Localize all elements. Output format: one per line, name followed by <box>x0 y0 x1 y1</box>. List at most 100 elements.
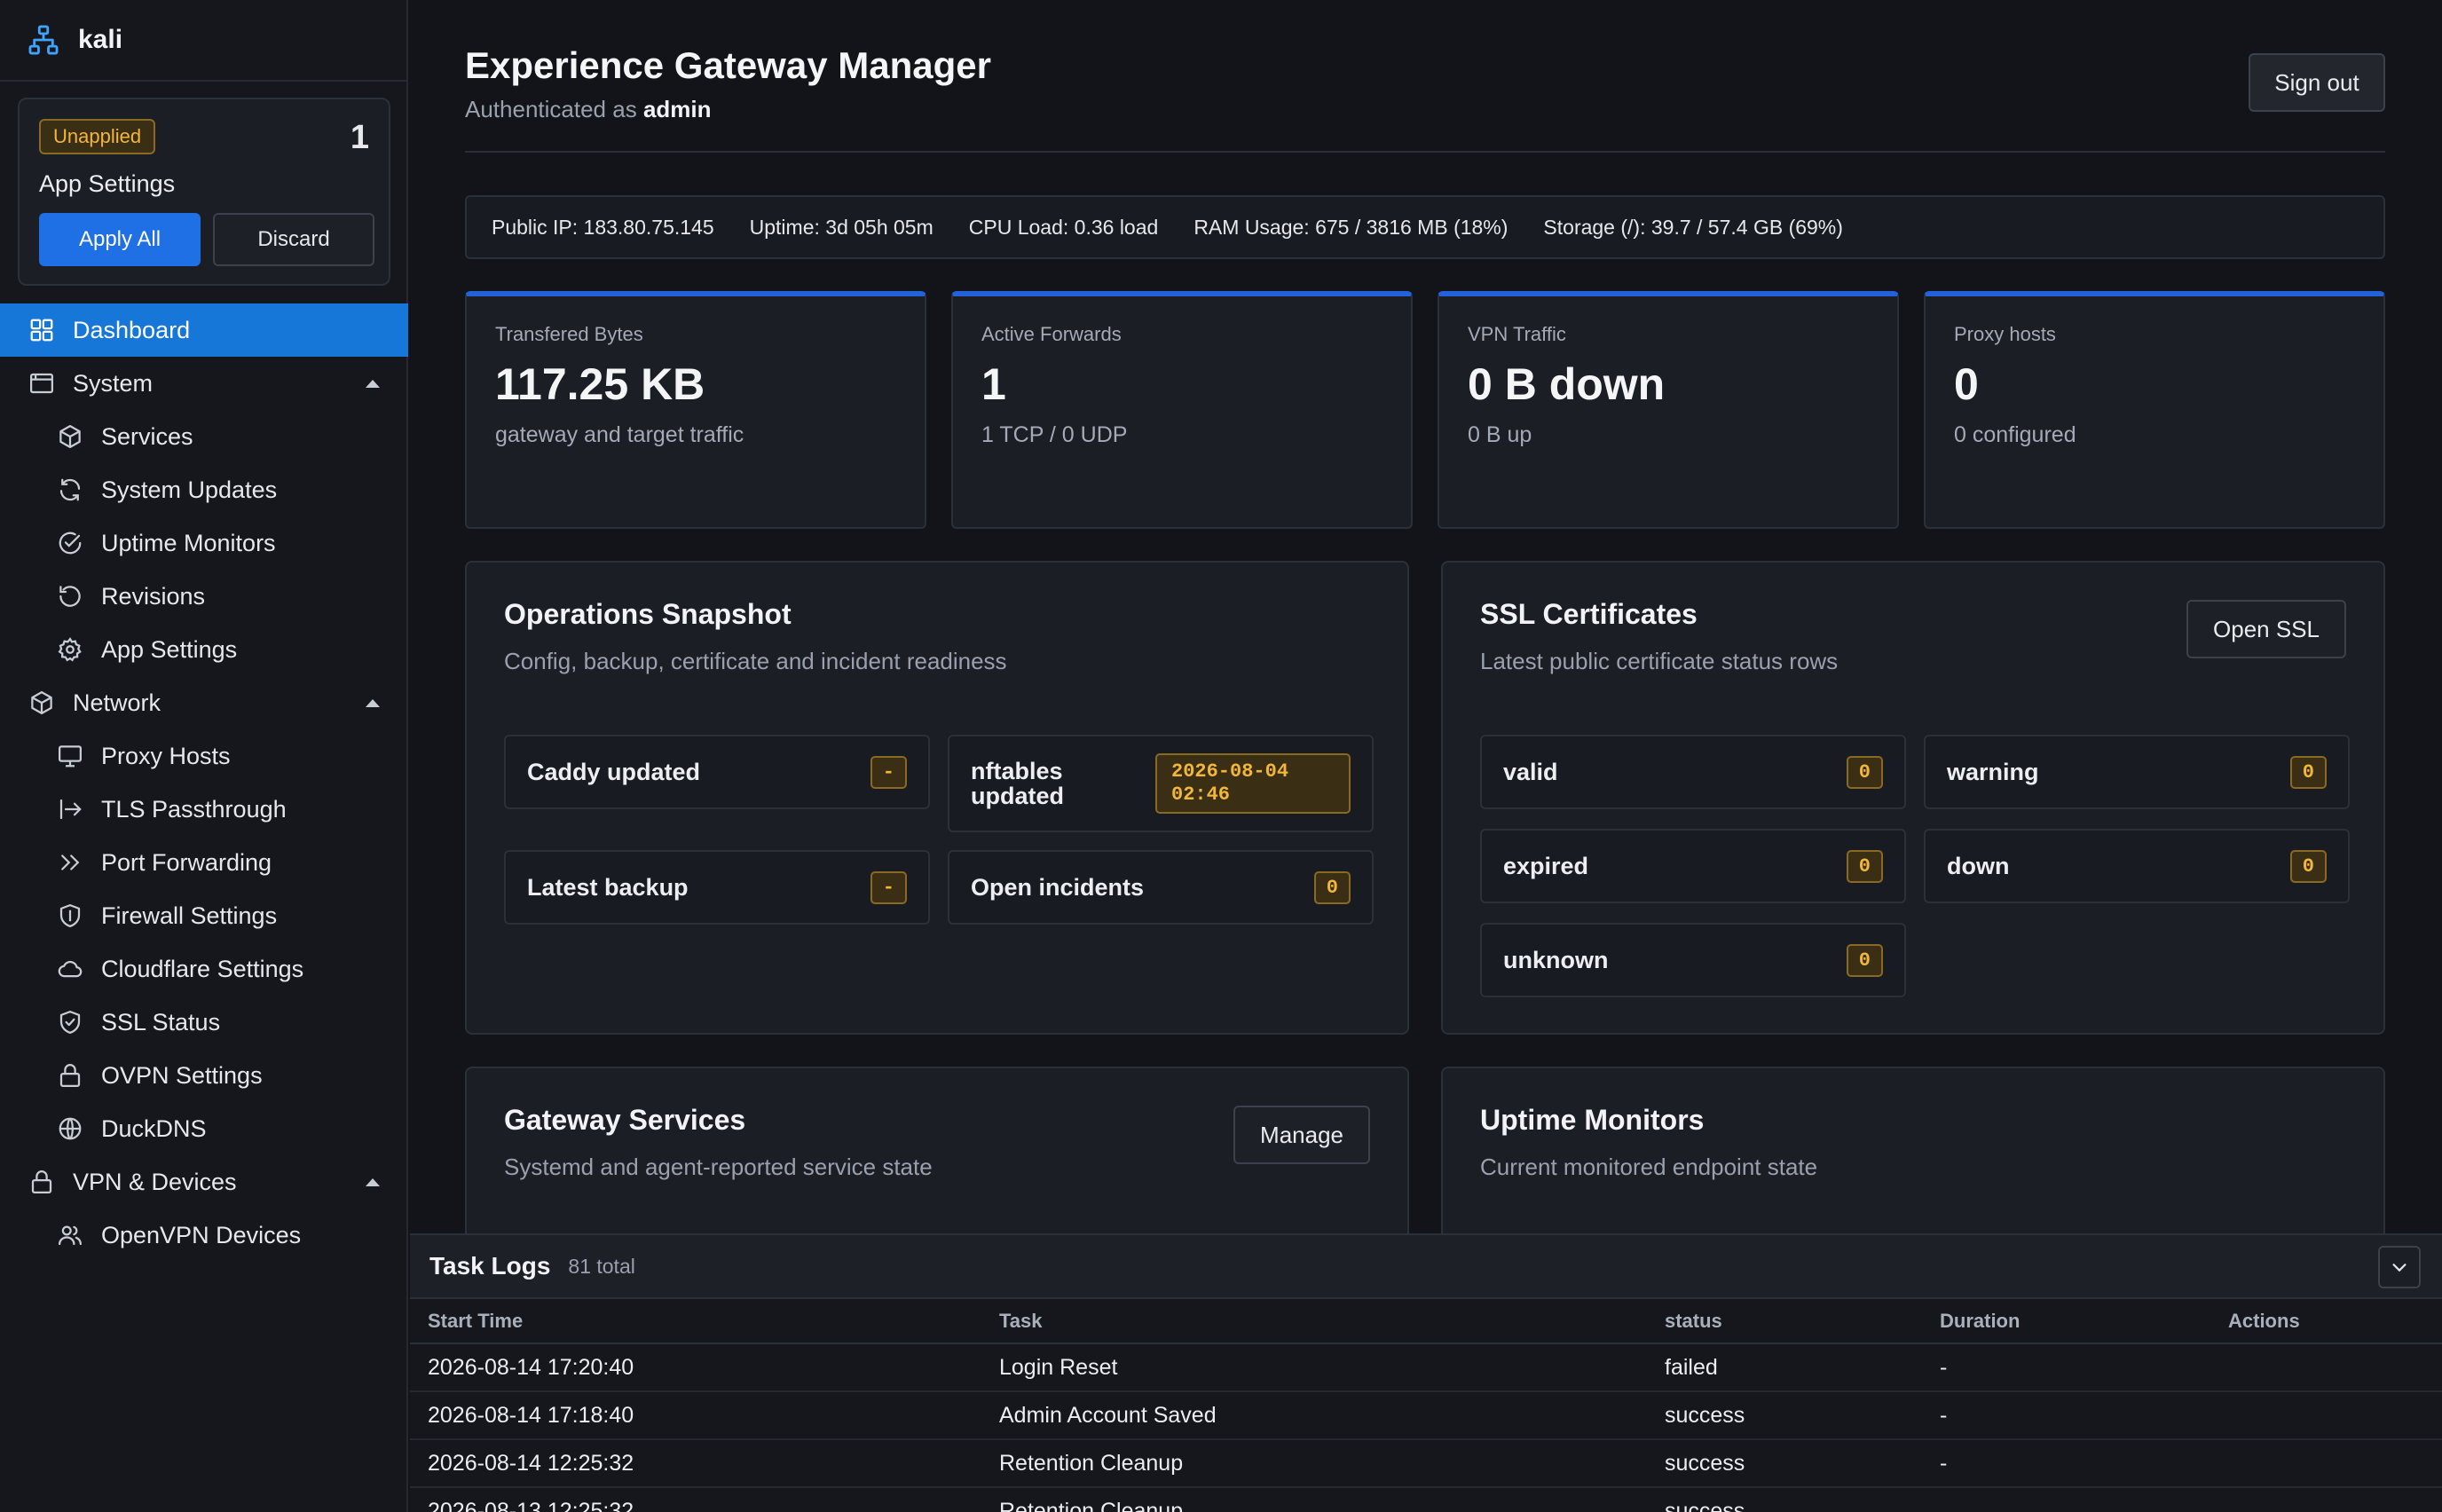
ssl-certificates-panel: SSL Certificates Latest public certifica… <box>1441 561 2385 1035</box>
tile-value: 2026-08-04 02:46 <box>1155 753 1351 814</box>
column-header[interactable]: Duration <box>1922 1299 2210 1344</box>
sidebar-item-firewall-settings[interactable]: Firewall Settings <box>0 889 408 942</box>
globe-icon <box>59 1117 82 1140</box>
caddy-updated-tile: Caddy updated - <box>504 735 930 809</box>
sign-out-button[interactable]: Sign out <box>2249 53 2385 112</box>
tile-value: 0 <box>1313 870 1351 904</box>
gear-icon <box>58 637 82 662</box>
kpi-row: Transfered Bytes 117.25 KB gateway and t… <box>465 291 2385 529</box>
table-row[interactable]: 2026-08-14 17:20:40 Login Reset failed - <box>410 1343 2442 1392</box>
tile-label-line: updated <box>971 783 1064 809</box>
sidebar-item-label: Cloudflare Settings <box>101 955 304 982</box>
ssl-down-tile[interactable]: down 0 <box>1924 829 2350 903</box>
sidebar-item-revisions[interactable]: Revisions <box>0 570 408 623</box>
table-row[interactable]: 2026-08-13 12:25:32 Retention Cleanup su… <box>410 1487 2442 1512</box>
sidebar-item-uptime-monitors[interactable]: Uptime Monitors <box>0 516 408 570</box>
sidebar-item-dashboard[interactable]: Dashboard <box>0 303 408 357</box>
sidebar-item-label: Proxy Hosts <box>101 742 231 769</box>
cell-status: success <box>1647 1391 1922 1440</box>
collapse-task-logs-button[interactable] <box>2378 1246 2421 1288</box>
chevron-down-icon <box>2392 1264 2407 1272</box>
monitor-icon <box>59 745 82 768</box>
panel-subtitle: Systemd and agent-reported service state <box>504 1154 933 1180</box>
cell-duration: - <box>1922 1439 2210 1488</box>
cell-actions <box>2210 1439 2442 1488</box>
kpi-sub: 0 B up <box>1468 422 1532 447</box>
ssl-expired-tile[interactable]: expired 0 <box>1480 829 1906 903</box>
double-chevron-right-icon <box>61 854 80 870</box>
sidebar-group-label: Network <box>73 689 161 716</box>
task-logs-title: Task Logs <box>429 1252 551 1280</box>
sidebar-item-services[interactable]: Services <box>0 410 408 463</box>
cell-duration <box>1922 1487 2210 1512</box>
kpi-value: 0 <box>1954 359 1979 409</box>
tile-value: - <box>870 870 907 904</box>
column-header[interactable]: Task <box>981 1299 1647 1344</box>
sidebar-nav: Dashboard System Services System Updates… <box>0 303 408 1262</box>
tile-label: Open incidents <box>971 873 1145 901</box>
tile-value: 0 <box>2289 849 2327 883</box>
sidebar-item-system-updates[interactable]: System Updates <box>0 463 408 516</box>
panel-title: Uptime Monitors <box>1480 1104 1705 1136</box>
column-header[interactable]: status <box>1647 1299 1922 1344</box>
sidebar-item-ssl-status[interactable]: SSL Status <box>0 996 408 1049</box>
history-icon <box>59 586 81 607</box>
table-row[interactable]: 2026-08-14 12:25:32 Retention Cleanup su… <box>410 1439 2442 1488</box>
kpi-label: VPN Traffic <box>1468 323 1566 345</box>
sidebar-item-cloudflare-settings[interactable]: Cloudflare Settings <box>0 942 408 996</box>
sidebar-item-label: OpenVPN Devices <box>101 1221 302 1248</box>
ssl-unknown-tile[interactable]: unknown 0 <box>1480 923 1906 997</box>
lock-icon <box>31 1170 52 1193</box>
tile-label: warning <box>1947 758 2039 785</box>
latest-backup-tile: Latest backup - <box>504 850 930 925</box>
sidebar-item-duckdns[interactable]: DuckDNS <box>0 1102 408 1155</box>
sidebar-item-label: Port Forwarding <box>101 848 272 876</box>
panel-subtitle: Config, backup, certificate and incident… <box>504 648 1007 674</box>
sidebar-item-label: SSL Status <box>101 1008 221 1036</box>
tile-value-date: 2026-08-04 <box>1171 760 1289 783</box>
tile-label: expired <box>1503 852 1589 879</box>
brand-name: kali <box>78 25 123 54</box>
sidebar-group-vpn[interactable]: VPN & Devices <box>0 1155 408 1209</box>
cell-start-time: 2026-08-14 17:18:40 <box>410 1391 981 1440</box>
sidebar-item-proxy-hosts[interactable]: Proxy Hosts <box>0 729 408 783</box>
tile-value: 0 <box>1846 849 1883 883</box>
apply-all-button[interactable]: Apply All <box>39 213 201 266</box>
tile-label: Caddy updated <box>527 758 701 785</box>
dashboard-icon <box>30 319 53 342</box>
discard-button[interactable]: Discard <box>213 213 374 266</box>
refresh-icon <box>59 478 81 501</box>
tile-value-time: 02:46 <box>1171 784 1231 806</box>
brand[interactable]: kali <box>0 0 406 82</box>
kpi-sub: gateway and target traffic <box>495 422 744 447</box>
sidebar-group-system[interactable]: System <box>0 357 408 410</box>
sidebar-item-label: TLS Passthrough <box>101 795 287 823</box>
task-logs-drawer: Task Logs 81 total Start Time Task statu… <box>410 1233 2442 1512</box>
page-title: Experience Gateway Manager <box>465 44 991 86</box>
open-ssl-button[interactable]: Open SSL <box>2186 600 2346 658</box>
task-logs-count: 81 total <box>568 1254 635 1278</box>
pending-changes-card: Unapplied 1 App Settings Apply All Disca… <box>18 98 390 286</box>
sidebar-item-ovpn-settings[interactable]: OVPN Settings <box>0 1049 408 1102</box>
cell-task: Retention Cleanup <box>981 1487 1647 1512</box>
users-icon <box>59 1225 82 1246</box>
cube-icon <box>31 691 52 714</box>
sidebar-item-app-settings[interactable]: App Settings <box>0 623 408 676</box>
kpi-sub: 1 TCP / 0 UDP <box>981 422 1128 447</box>
column-header[interactable]: Start Time <box>410 1299 981 1344</box>
sidebar-item-tls-passthrough[interactable]: TLS Passthrough <box>0 783 408 836</box>
manage-services-button[interactable]: Manage <box>1233 1106 1370 1164</box>
sidebar-item-label: Services <box>101 422 193 450</box>
nftables-updated-tile: nftables updated 2026-08-04 02:46 <box>948 735 1374 832</box>
sidebar-item-port-forwarding[interactable]: Port Forwarding <box>0 836 408 889</box>
ssl-valid-tile[interactable]: valid 0 <box>1480 735 1906 809</box>
kpi-label: Transfered Bytes <box>495 323 643 345</box>
kpi-vpn-traffic: VPN Traffic 0 B down 0 B up <box>1438 291 1899 529</box>
table-row[interactable]: 2026-08-14 17:18:40 Admin Account Saved … <box>410 1391 2442 1440</box>
sidebar-group-network[interactable]: Network <box>0 676 408 729</box>
ssl-warning-tile[interactable]: warning 0 <box>1924 735 2350 809</box>
arrow-right-bar-icon <box>59 799 82 820</box>
sidebar-item-openvpn-devices[interactable]: OpenVPN Devices <box>0 1209 408 1262</box>
tile-label: unknown <box>1503 946 1609 973</box>
kpi-value: 117.25 KB <box>495 359 705 409</box>
